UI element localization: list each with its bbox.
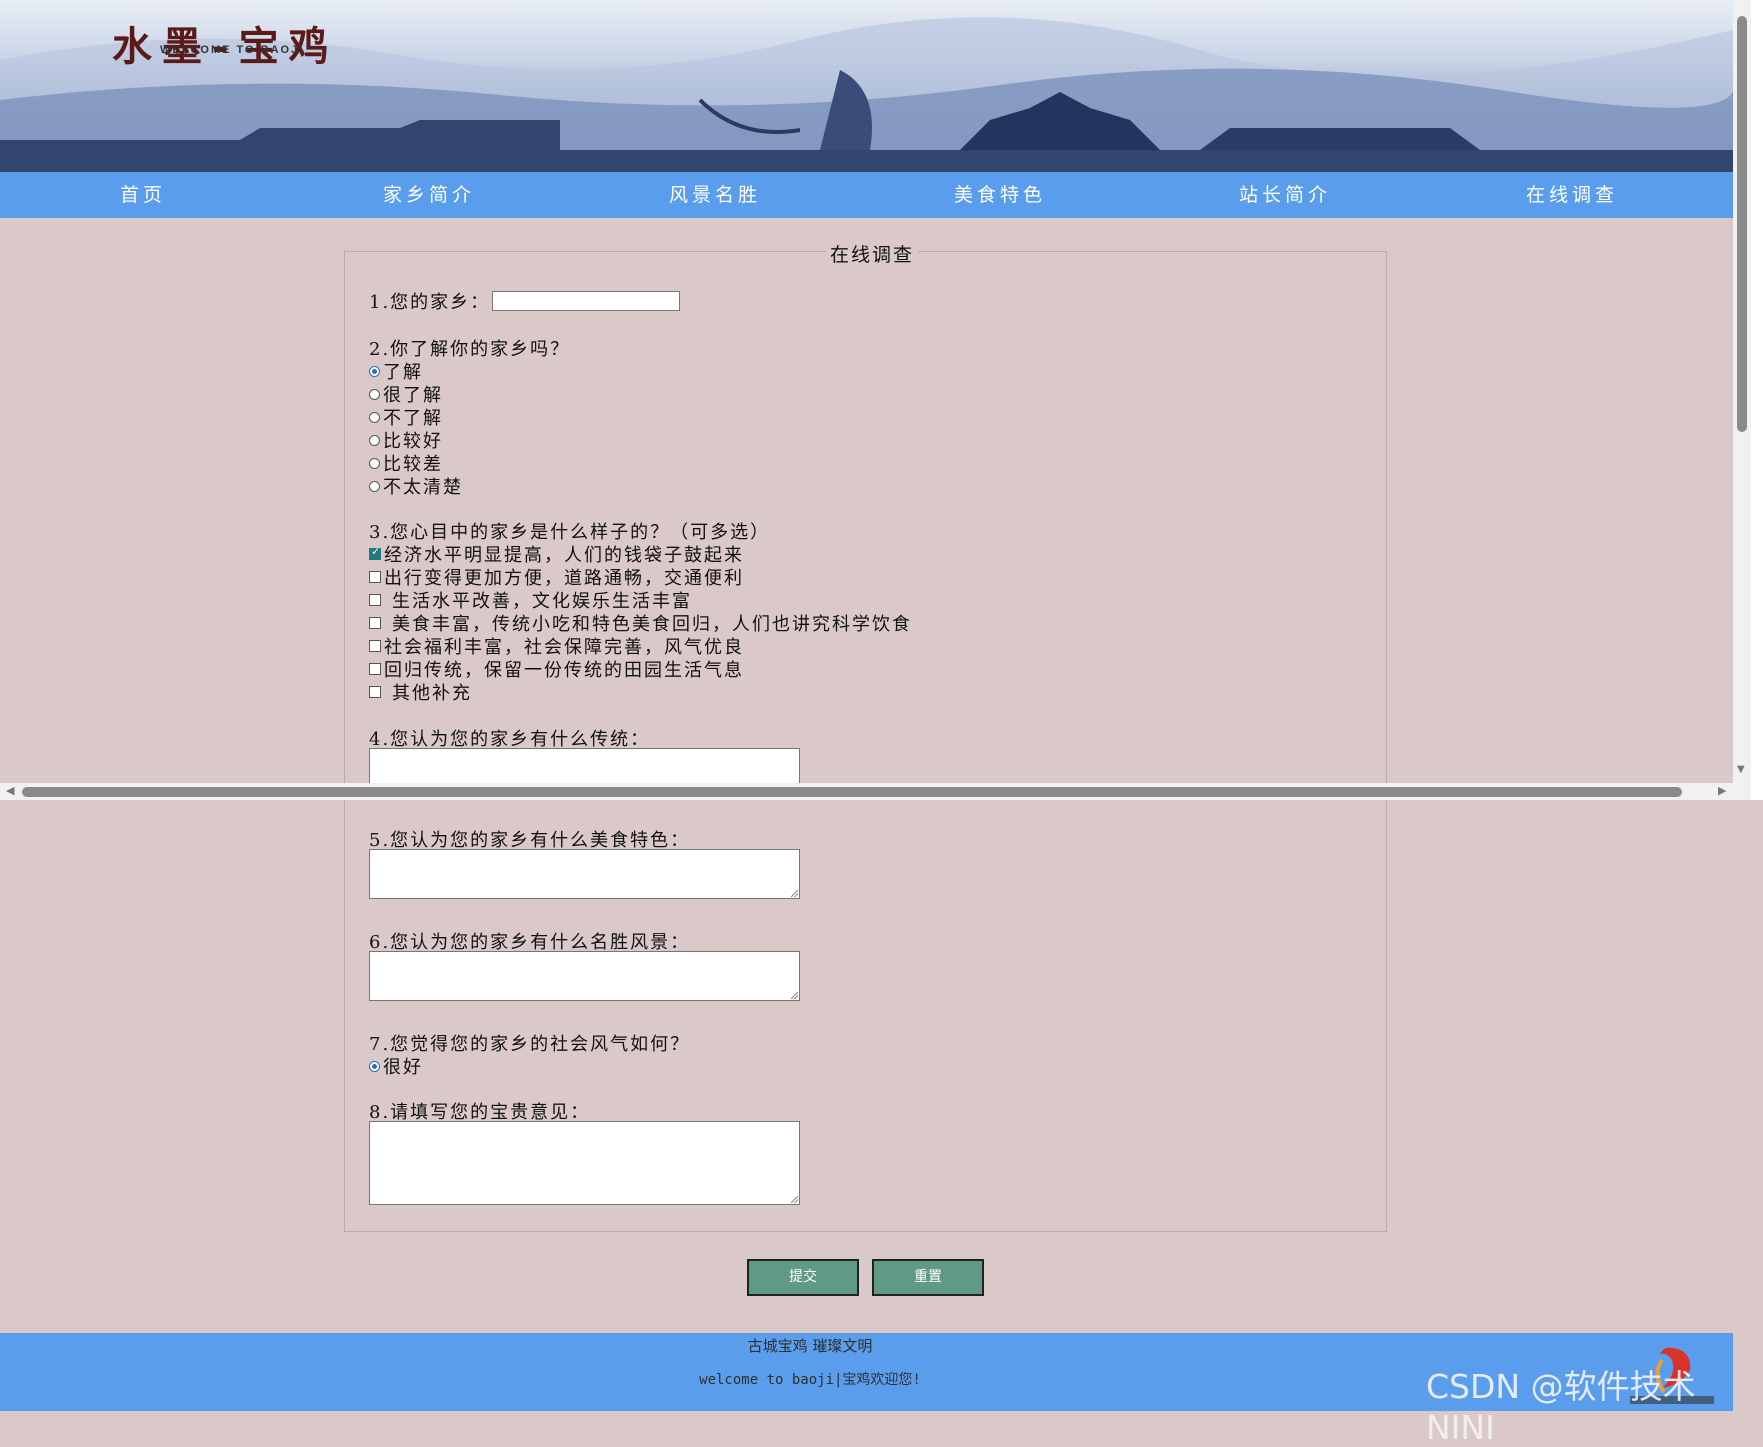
radio-selected-icon[interactable] (369, 365, 380, 377)
radio-icon[interactable] (369, 388, 380, 400)
radio-selected-icon[interactable] (369, 1060, 380, 1072)
q2-option[interactable]: 不太清楚 (369, 473, 463, 499)
radio-icon[interactable] (369, 480, 380, 492)
radio-icon[interactable] (369, 411, 380, 423)
nav-scenic-spots[interactable]: 风景名胜 (669, 172, 761, 218)
checkbox-icon[interactable] (369, 686, 381, 698)
footer-welcome: welcome to baoji|宝鸡欢迎您! (699, 1372, 921, 1388)
window-edge (1751, 0, 1763, 800)
checkbox-icon[interactable] (369, 663, 381, 675)
food-textarea[interactable] (369, 849, 800, 899)
reset-button[interactable]: 重置 (872, 1259, 984, 1296)
scroll-left-arrow-icon[interactable]: ◀ (6, 784, 14, 797)
nav-food[interactable]: 美食特色 (954, 172, 1046, 218)
horizontal-scrollbar[interactable]: ◀ ▶ (0, 783, 1751, 800)
submit-button[interactable]: 提交 (747, 1259, 859, 1296)
checkbox-icon[interactable] (369, 571, 381, 583)
nav-webmaster[interactable]: 站长简介 (1239, 172, 1331, 218)
vertical-scrollbar-thumb[interactable] (1737, 16, 1747, 432)
hometown-input[interactable] (492, 291, 680, 311)
watermark: CSDN @软件技术NINI (1426, 1367, 1696, 1447)
header-banner: 水墨-宝鸡 WELCOME TO BAOJI (0, 0, 1733, 172)
q7-option[interactable]: 很好 (369, 1053, 423, 1079)
suggestions-textarea[interactable] (369, 1121, 800, 1205)
nav-online-survey[interactable]: 在线调查 (1526, 172, 1618, 218)
q3-option[interactable]: 其他补充 (369, 679, 472, 705)
horizontal-scrollbar-thumb[interactable] (22, 787, 1682, 797)
survey-fieldset: 在线调查 1.您的家乡： 2.你了解你的家乡吗？ 了解 很了解 不了解 比较好 … (344, 240, 1387, 1232)
scenery-textarea[interactable] (369, 951, 800, 1001)
site-subtitle: WELCOME TO BAOJI (160, 44, 305, 56)
footer-slogan: 古城宝鸡 璀璨文明 (747, 1337, 873, 1355)
scroll-down-arrow-icon[interactable]: ▼ (1737, 764, 1745, 775)
radio-icon[interactable] (369, 457, 380, 469)
nav-home[interactable]: 首页 (120, 172, 166, 218)
vertical-scrollbar[interactable]: ▼ (1733, 0, 1751, 783)
survey-legend: 在线调查 (826, 240, 919, 267)
scroll-right-arrow-icon[interactable]: ▶ (1718, 784, 1726, 797)
checkbox-icon[interactable] (369, 640, 381, 652)
main-nav: 首页 家乡简介 风景名胜 美食特色 站长简介 在线调查 (0, 172, 1733, 218)
nav-hometown-intro[interactable]: 家乡简介 (383, 172, 475, 218)
site-title: 水墨-宝鸡 (112, 23, 339, 70)
question-1: 1.您的家乡： (369, 292, 491, 313)
checkbox-icon[interactable] (369, 617, 381, 629)
radio-icon[interactable] (369, 434, 380, 446)
checkbox-checked-icon[interactable] (369, 545, 382, 560)
checkbox-icon[interactable] (369, 594, 381, 606)
